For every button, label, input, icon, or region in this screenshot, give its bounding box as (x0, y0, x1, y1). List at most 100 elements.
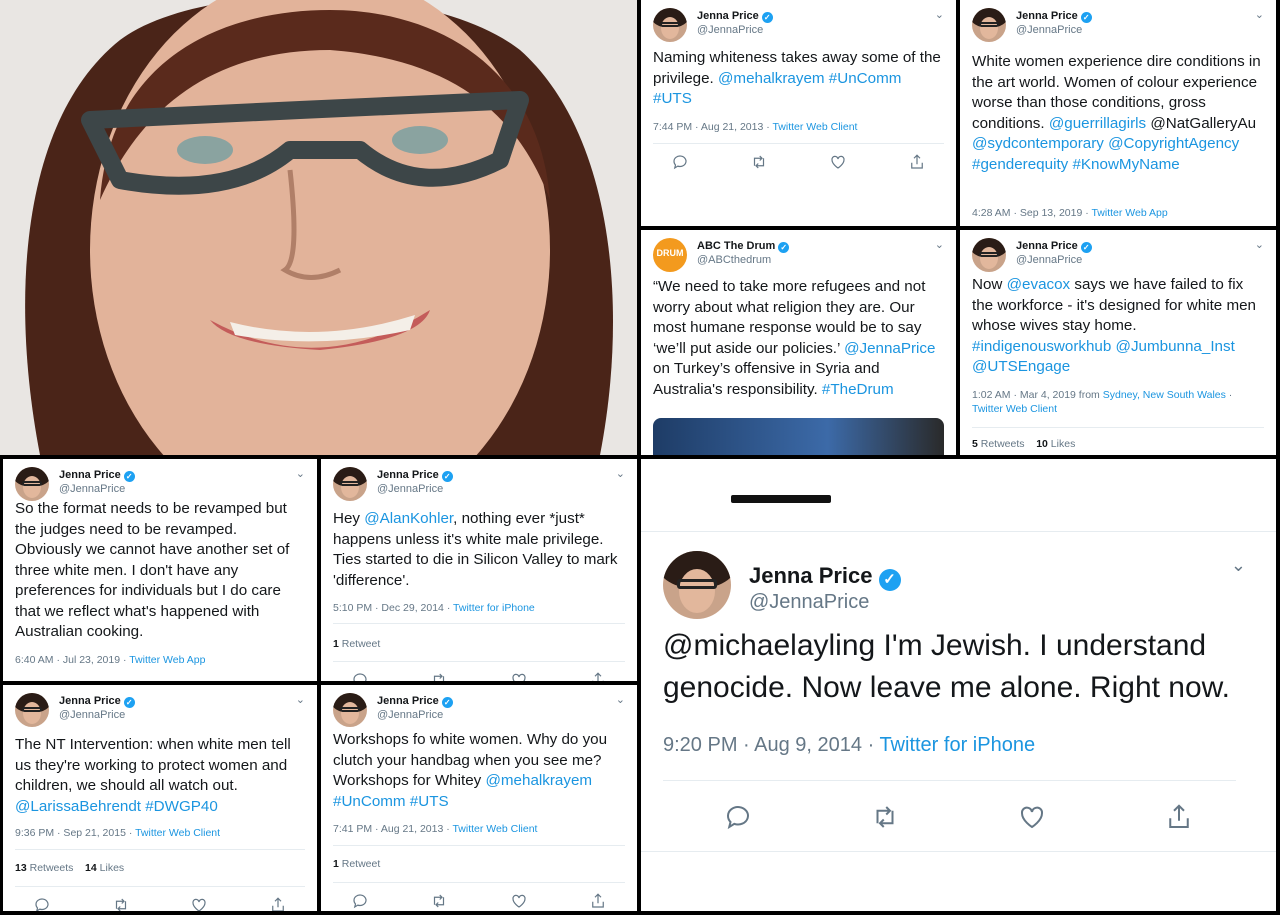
tweet-card-4[interactable]: Jenna Price ✓ @JennaPrice ⌄ Now @evacox s… (960, 230, 1276, 455)
chevron-down-icon[interactable]: ⌄ (616, 693, 625, 706)
avatar[interactable]: DRUM (653, 238, 687, 272)
divider (333, 623, 625, 624)
tweet-text: White women experience dire conditions i… (972, 53, 1261, 173)
chevron-down-icon[interactable]: ⌄ (1255, 238, 1264, 251)
avatar[interactable] (972, 8, 1006, 42)
divider (972, 427, 1264, 428)
share-icon[interactable] (589, 671, 607, 681)
tweet-header: Jenna Price ✓ @JennaPrice ⌄ (333, 467, 625, 505)
reply-icon[interactable] (33, 896, 51, 911)
heart-icon[interactable] (829, 153, 847, 171)
tweet-source[interactable]: Twitter for iPhone (879, 734, 1035, 756)
tweet-text: Now @evacox says we have failed to fix t… (972, 276, 1256, 375)
partial-previous-header (731, 495, 831, 503)
author-handle[interactable]: @JennaPrice (749, 591, 869, 614)
author-handle[interactable]: @JennaPrice (697, 24, 763, 36)
tweet-text: @michaelayling I'm Jewish. I understand … (663, 629, 1231, 704)
heart-icon[interactable] (1017, 802, 1047, 832)
retweet-icon[interactable] (430, 892, 448, 910)
tweet-meta: 7:41 PM · Aug 21, 2013 · Twitter Web Cli… (333, 823, 538, 835)
tweet-actions (671, 153, 926, 171)
heart-icon[interactable] (510, 892, 528, 910)
tweet-card-featured[interactable]: Jenna Price ✓ @JennaPrice ⌄ @michaelaylin… (641, 459, 1276, 911)
tweet-source[interactable]: Twitter Web Client (972, 403, 1057, 415)
video-thumbnail[interactable] (653, 418, 944, 455)
author-handle[interactable]: @JennaPrice (59, 483, 125, 495)
heart-icon[interactable] (510, 671, 528, 681)
author-name[interactable]: Jenna Price (749, 563, 873, 588)
share-icon[interactable] (908, 153, 926, 171)
reply-icon[interactable] (723, 802, 753, 832)
chevron-down-icon[interactable]: ⌄ (296, 693, 305, 706)
tweet-meta: 1:02 AM · Mar 4, 2019 from Sydney, New S… (972, 389, 1233, 415)
tweet-card-5[interactable]: Jenna Price ✓ @JennaPrice ⌄ So the format… (3, 459, 317, 681)
retweet-icon[interactable] (430, 671, 448, 681)
author-handle[interactable]: @ABCthedrum (697, 254, 771, 266)
tweet-stats: 5 Retweets 10 Likes (972, 438, 1076, 450)
author-handle[interactable]: @JennaPrice (1016, 24, 1082, 36)
avatar[interactable] (333, 693, 367, 727)
tweet-header: DRUM ABC The Drum ✓ @ABCthedrum ⌄ (653, 238, 944, 276)
heart-icon[interactable] (190, 896, 208, 911)
tweet-stats: 1 Retweet (333, 638, 381, 650)
avatar[interactable] (333, 467, 367, 501)
divider (333, 661, 625, 662)
tweet-card-2[interactable]: Jenna Price ✓ @JennaPrice ⌄ White women e… (960, 0, 1276, 226)
divider (333, 882, 625, 883)
author-name[interactable]: Jenna Price (377, 469, 439, 481)
chevron-down-icon[interactable]: ⌄ (616, 467, 625, 480)
reply-icon[interactable] (351, 671, 369, 681)
author-name[interactable]: Jenna Price (697, 10, 759, 22)
share-icon[interactable] (589, 892, 607, 910)
tweet-source[interactable]: Twitter Web App (1091, 207, 1167, 219)
tweet-card-3[interactable]: DRUM ABC The Drum ✓ @ABCthedrum ⌄ “We nee… (641, 230, 956, 455)
tweet-text: “We need to take more refugees and not w… (653, 278, 936, 398)
retweet-icon[interactable] (750, 153, 768, 171)
tweet-meta: 7:44 PM · Aug 21, 2013 · Twitter Web Cli… (653, 121, 858, 133)
author-handle[interactable]: @JennaPrice (59, 709, 125, 721)
author-name[interactable]: ABC The Drum (697, 240, 775, 252)
tweet-source[interactable]: Twitter for iPhone (453, 602, 535, 614)
author-name[interactable]: Jenna Price (377, 695, 439, 707)
divider (641, 851, 1276, 852)
tweet-text: Naming whiteness takes away some of the … (653, 49, 941, 107)
tweet-source[interactable]: Twitter Web App (129, 654, 205, 666)
author-handle[interactable]: @JennaPrice (377, 709, 443, 721)
chevron-down-icon[interactable]: ⌄ (1231, 555, 1246, 576)
author-name[interactable]: Jenna Price (59, 695, 121, 707)
verified-badge-icon: ✓ (441, 471, 453, 482)
author-handle[interactable]: @JennaPrice (377, 483, 443, 495)
retweet-icon[interactable] (112, 896, 130, 911)
author-handle[interactable]: @JennaPrice (1016, 254, 1082, 266)
tweet-meta: 4:28 AM · Sep 13, 2019 · Twitter Web App (972, 207, 1168, 219)
tweet-text: So the format needs to be revamped but t… (15, 500, 290, 640)
tweet-text: Hey @AlanKohler, nothing ever *just* hap… (333, 510, 618, 589)
reply-icon[interactable] (671, 153, 689, 171)
tweet-header: Jenna Price ✓ @JennaPrice ⌄ (663, 551, 1246, 619)
chevron-down-icon[interactable]: ⌄ (935, 238, 944, 251)
tweet-card-8[interactable]: Jenna Price ✓ @JennaPrice ⌄ The NT Interv… (3, 685, 317, 911)
avatar[interactable] (653, 8, 687, 42)
retweet-icon[interactable] (870, 802, 900, 832)
author-name[interactable]: Jenna Price (1016, 240, 1078, 252)
avatar[interactable] (663, 551, 731, 619)
avatar[interactable] (15, 693, 49, 727)
chevron-down-icon[interactable]: ⌄ (1255, 8, 1264, 21)
share-icon[interactable] (1164, 802, 1194, 832)
avatar[interactable] (15, 467, 49, 501)
tweet-meta: 5:10 PM · Dec 29, 2014 · Twitter for iPh… (333, 602, 535, 614)
tweet-meta: 6:40 AM · Jul 23, 2019 · Twitter Web App (15, 654, 206, 666)
tweet-card-1[interactable]: Jenna Price ✓ @JennaPrice ⌄ Naming whiten… (641, 0, 956, 226)
avatar[interactable] (972, 238, 1006, 272)
chevron-down-icon[interactable]: ⌄ (935, 8, 944, 21)
tweet-source[interactable]: Twitter Web Client (135, 827, 220, 839)
chevron-down-icon[interactable]: ⌄ (296, 467, 305, 480)
reply-icon[interactable] (351, 892, 369, 910)
tweet-card-6[interactable]: Jenna Price ✓ @JennaPrice ⌄ Hey @AlanKohl… (321, 459, 637, 681)
share-icon[interactable] (269, 896, 287, 911)
author-name[interactable]: Jenna Price (59, 469, 121, 481)
tweet-source[interactable]: Twitter Web Client (772, 121, 857, 133)
author-name[interactable]: Jenna Price (1016, 10, 1078, 22)
tweet-source[interactable]: Twitter Web Client (452, 823, 537, 835)
tweet-card-9[interactable]: Jenna Price ✓ @JennaPrice ⌄ Workshops fo … (321, 685, 637, 911)
